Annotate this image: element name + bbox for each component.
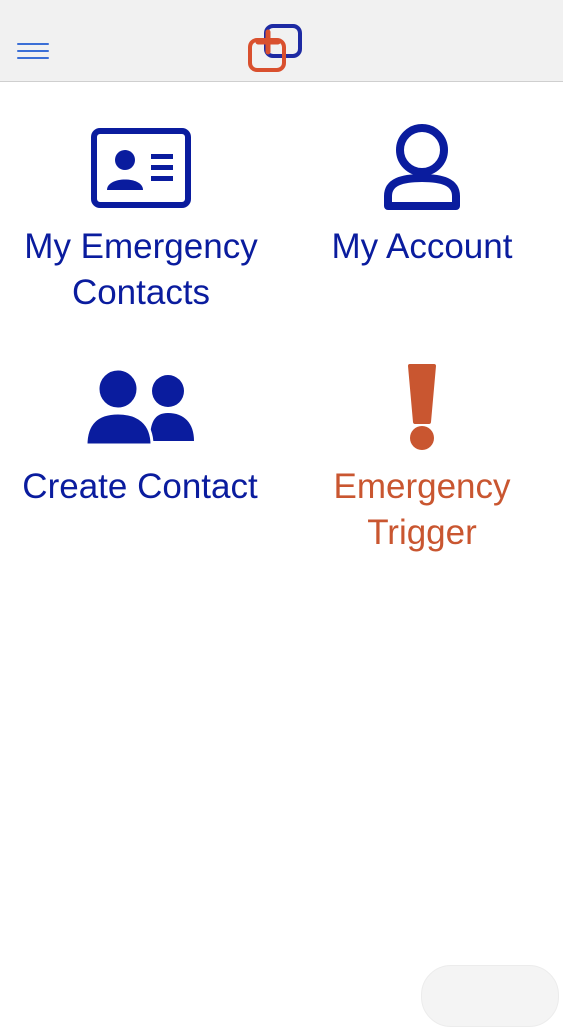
menu-button[interactable] <box>14 38 52 64</box>
people-group-icon <box>84 367 194 447</box>
my-account-tile[interactable]: My Account <box>287 120 557 280</box>
menu-line <box>17 57 49 59</box>
emergency-trigger-tile[interactable]: Emergency Trigger <box>287 360 557 560</box>
menu-line <box>17 50 49 52</box>
my-emergency-contacts-tile[interactable]: My Emergency Contacts <box>6 120 276 320</box>
menu-line <box>17 43 49 45</box>
app-logo-icon <box>248 24 302 72</box>
top-bar <box>0 0 563 82</box>
tile-label-line1: My Emergency <box>24 227 258 266</box>
tile-label-line1: My Account <box>331 227 513 266</box>
contact-card-icon <box>91 128 191 208</box>
exclamation-icon <box>408 364 436 450</box>
tile-label-line1: Emergency <box>333 467 511 506</box>
tile-label-line1: Create Contact <box>22 467 258 506</box>
user-account-icon <box>384 124 460 210</box>
tile-label-line2: Contacts <box>71 273 211 312</box>
floating-action-button[interactable] <box>421 965 559 1027</box>
create-contact-tile[interactable]: Create Contact <box>5 360 275 520</box>
tile-label-line2: Trigger <box>367 513 477 552</box>
